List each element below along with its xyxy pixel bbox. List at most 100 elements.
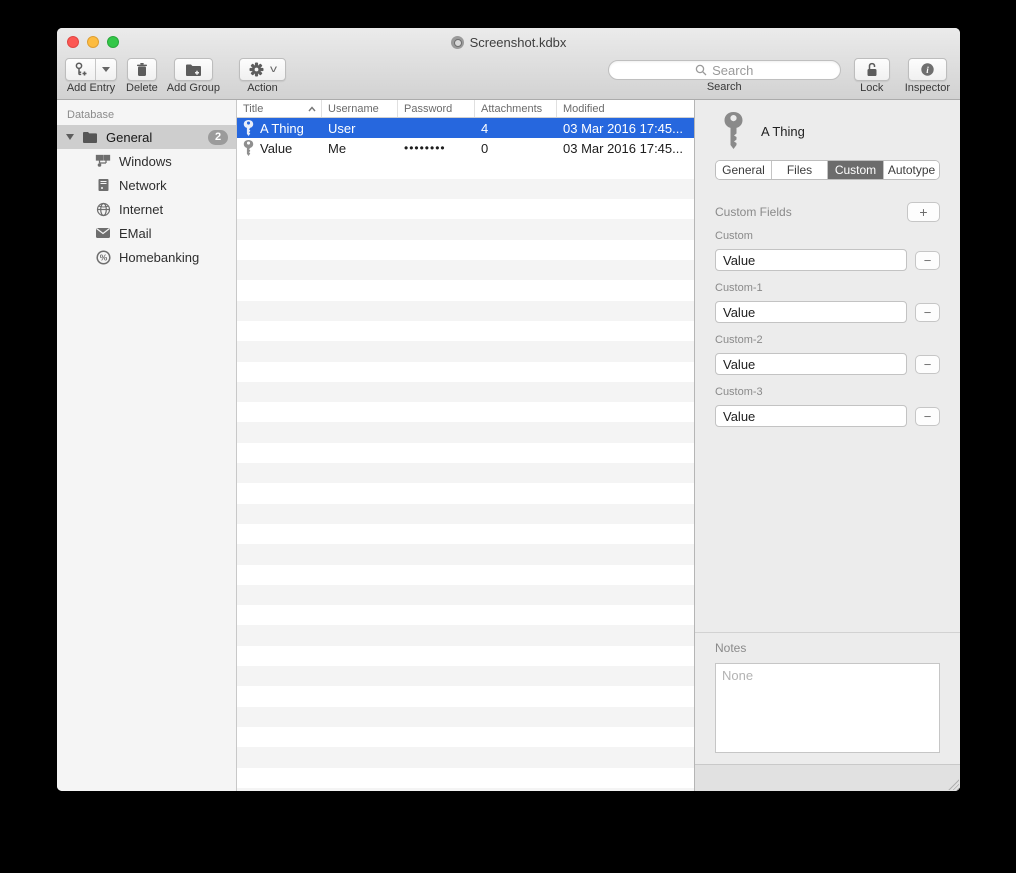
empty-table-row: [237, 341, 694, 361]
key-plus-icon: [66, 59, 95, 80]
empty-table-row: [237, 199, 694, 219]
column-header-label: Password: [404, 103, 452, 115]
inspector-footer: [695, 764, 960, 791]
document-proxy-icon[interactable]: [451, 36, 464, 49]
remove-custom-field-button[interactable]: −: [915, 303, 940, 322]
add-entry-dropdown[interactable]: [95, 59, 116, 80]
table-header-row: TitleUsername Password Attachments Modified: [237, 100, 694, 118]
custom-field-value-input[interactable]: [715, 405, 907, 427]
cell-password: ••••••••: [398, 138, 475, 158]
column-header-modified[interactable]: Modified: [557, 100, 694, 117]
column-header-label: Attachments: [481, 103, 542, 115]
column-header-label: Modified: [563, 103, 605, 115]
sidebar-item-label: Windows: [119, 154, 172, 169]
search-input[interactable]: Search: [608, 60, 841, 80]
inspector-button[interactable]: i: [908, 58, 947, 81]
empty-table-row: [237, 585, 694, 605]
info-icon: i: [909, 59, 946, 80]
close-button[interactable]: [67, 36, 79, 48]
percent-icon: %: [95, 249, 111, 265]
remove-custom-field-button[interactable]: −: [915, 355, 940, 374]
empty-table-row: [237, 524, 694, 544]
add-entry-button[interactable]: [65, 58, 117, 81]
add-group-label: Add Group: [167, 82, 220, 95]
action-button[interactable]: v: [239, 58, 286, 81]
inspector-entry-title: A Thing: [761, 124, 805, 139]
custom-field-value-input[interactable]: [715, 353, 907, 375]
sidebar-item-label: EMail: [119, 226, 152, 241]
column-header-attachments[interactable]: Attachments: [475, 100, 557, 117]
table-row[interactable]: ValueMe••••••••003 Mar 2016 17:45...: [237, 138, 694, 158]
add-group-button[interactable]: [174, 58, 213, 81]
inspector-panel: A Thing GeneralFilesCustomAutotype Custo…: [695, 100, 960, 791]
custom-field-value-input[interactable]: [715, 301, 907, 323]
sidebar-item-network[interactable]: Network: [57, 173, 236, 197]
minimize-button[interactable]: [87, 36, 99, 48]
tab-files[interactable]: Files: [772, 161, 828, 179]
entry-count-badge: 2: [208, 130, 228, 145]
empty-table-row: [237, 219, 694, 239]
custom-field-value-input[interactable]: [715, 249, 907, 271]
empty-table-row: [237, 463, 694, 483]
resize-grip[interactable]: [948, 779, 959, 790]
entry-table: TitleUsername Password Attachments Modified…: [237, 100, 695, 791]
empty-table-row: [237, 625, 694, 645]
search-placeholder: Search: [712, 63, 753, 78]
chevron-down-icon: [102, 67, 110, 72]
table-row[interactable]: A ThingUser 403 Mar 2016 17:45...: [237, 118, 694, 138]
desktop: Screenshot.kdbx: [0, 0, 1016, 873]
sidebar-item-windows[interactable]: Windows: [57, 149, 236, 173]
folder-icon: [82, 129, 98, 145]
custom-field-label: Custom-3: [715, 386, 940, 398]
empty-table-row: [237, 280, 694, 300]
lock-button[interactable]: [854, 58, 890, 81]
svg-text:%: %: [99, 252, 107, 262]
notes-textarea[interactable]: [715, 663, 940, 753]
remove-custom-field-button[interactable]: −: [915, 251, 940, 270]
empty-table-row: [237, 422, 694, 442]
windows-network-icon: [95, 153, 111, 169]
server-icon: [95, 177, 111, 193]
cell-title: A Thing: [237, 118, 322, 138]
empty-table-row: [237, 605, 694, 625]
cell-attachments: 0: [475, 138, 557, 158]
sidebar-group-list: Database General 2 WindowsNetworkInterne…: [57, 100, 237, 791]
tab-custom[interactable]: Custom: [828, 161, 884, 179]
gear-icon: [249, 62, 264, 77]
delete-button[interactable]: [127, 58, 157, 81]
sidebar-item-homebanking[interactable]: %Homebanking: [57, 245, 236, 269]
cell-attachments: 4: [475, 118, 557, 138]
cell-modified: 03 Mar 2016 17:45...: [557, 138, 694, 158]
column-header-password[interactable]: Password: [398, 100, 475, 117]
empty-table-row: [237, 159, 694, 179]
empty-table-row: [237, 179, 694, 199]
empty-table-row: [237, 686, 694, 706]
cell-title: Value: [237, 138, 322, 158]
cell-modified: 03 Mar 2016 17:45...: [557, 118, 694, 138]
cell-username: User: [322, 118, 398, 138]
tab-autotype[interactable]: Autotype: [884, 161, 939, 179]
add-custom-field-button[interactable]: +: [907, 202, 940, 222]
sidebar-item-internet[interactable]: Internet: [57, 197, 236, 221]
empty-table-row: [237, 747, 694, 767]
column-header-title[interactable]: Title: [237, 100, 322, 117]
disclosure-triangle-icon[interactable]: [66, 134, 74, 140]
sidebar-item-label: Network: [119, 178, 167, 193]
key-icon: [243, 140, 254, 156]
key-icon: [243, 120, 254, 136]
column-header-username[interactable]: Username: [322, 100, 398, 117]
tab-general[interactable]: General: [716, 161, 772, 179]
sidebar-item-email[interactable]: EMail: [57, 221, 236, 245]
custom-field-label: Custom-2: [715, 334, 940, 346]
empty-table-row: [237, 788, 694, 791]
sidebar-item-general[interactable]: General 2: [57, 125, 236, 149]
zoom-button[interactable]: [107, 36, 119, 48]
empty-table-row: [237, 321, 694, 341]
titlebar[interactable]: Screenshot.kdbx: [57, 28, 960, 56]
empty-table-row: [237, 768, 694, 788]
search-icon: [695, 64, 707, 76]
trash-icon: [128, 59, 156, 80]
custom-field-label: Custom-1: [715, 282, 940, 294]
empty-table-row: [237, 240, 694, 260]
remove-custom-field-button[interactable]: −: [915, 407, 940, 426]
